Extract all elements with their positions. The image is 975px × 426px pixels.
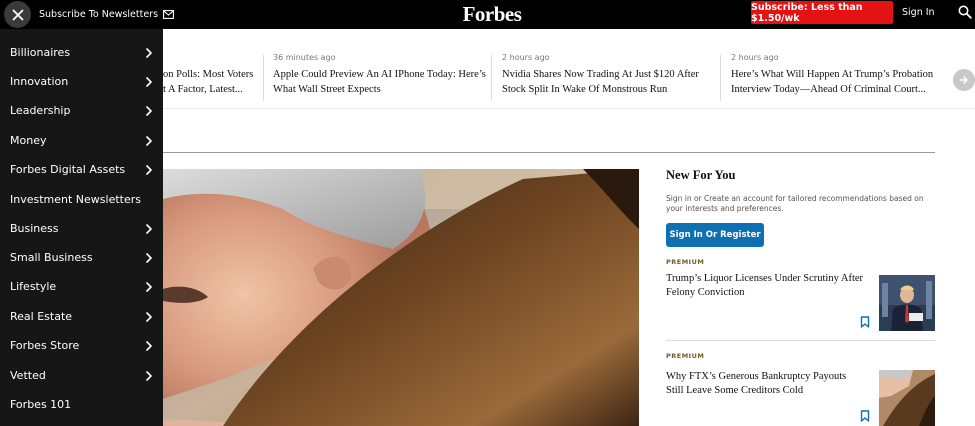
section-divider — [163, 152, 935, 153]
premium-badge: PREMIUM — [666, 352, 705, 360]
ticker-item-title: Stock Split In Wake Of Monstrous Run — [502, 84, 668, 95]
ticker-item-title: Apple Could Preview An AI IPhone Today: … — [273, 69, 486, 80]
sidebar-item-label: Vetted — [10, 369, 46, 382]
ticker-item-time: 2 hours ago — [731, 53, 779, 62]
ticker-divider — [491, 55, 492, 101]
navigation-sidebar: Billionaires Innovation Leadership Money… — [0, 29, 163, 426]
chevron-right-icon — [146, 311, 152, 322]
sidebar-item-label: Billionaires — [10, 46, 71, 59]
chevron-right-icon — [146, 164, 152, 175]
sidebar-item-lifestyle[interactable]: Lifestyle — [0, 272, 163, 301]
sidebar-item-forbes-digital-assets[interactable]: Forbes Digital Assets — [0, 155, 163, 184]
new-for-you-panel: New For You Sign in or Create an account… — [666, 168, 936, 247]
article-title[interactable]: Why FTX’s Generous Bankruptcy Payouts St… — [666, 370, 866, 397]
chevron-right-icon — [146, 223, 152, 234]
sidebar-item-money[interactable]: Money — [0, 126, 163, 155]
ticker-item-time: 2 hours ago — [502, 53, 550, 62]
sidebar-item-forbes-101[interactable]: Forbes 101 — [0, 390, 163, 419]
sidebar-item-leadership[interactable]: Leadership — [0, 96, 163, 125]
sidebar-item-label: Leadership — [10, 104, 71, 117]
search-icon[interactable] — [958, 5, 972, 19]
chevron-right-icon — [146, 105, 152, 116]
sidebar-item-label: Investment Newsletters — [10, 193, 141, 206]
sidebar-item-small-business[interactable]: Small Business — [0, 243, 163, 272]
sidebar-item-label: Innovation — [10, 75, 69, 88]
ticker-item[interactable]: 2 hours ago Here’s What Will Happen At T… — [731, 53, 933, 97]
chevron-right-icon — [146, 370, 152, 381]
article-thumbnail[interactable] — [879, 370, 935, 426]
sidebar-item-real-estate[interactable]: Real Estate — [0, 302, 163, 331]
ticker-item-title: Here’s What Will Happen At Trump’s Proba… — [731, 69, 934, 80]
sidebar-item-label: Small Business — [10, 251, 93, 264]
sign-in-or-register-button[interactable]: Sign In Or Register — [666, 223, 764, 247]
hero-photo — [163, 169, 639, 426]
ticker-divider — [263, 55, 264, 101]
subscribe-newsletters-label: Subscribe To Newsletters — [39, 9, 159, 20]
sidebar-item-billionaires[interactable]: Billionaires — [0, 38, 163, 67]
ticker-item-title: What Wall Street Expects — [273, 84, 381, 95]
ticker-item-title: on Polls: Most Voters — [163, 69, 254, 80]
chevron-right-icon — [146, 281, 152, 292]
article-thumbnail-image — [879, 370, 935, 426]
article-card[interactable]: PREMIUM Trump’s Liquor Licenses Under Sc… — [666, 258, 936, 338]
sidebar-item-label: Lifestyle — [10, 280, 57, 293]
sidebar-item-business[interactable]: Business — [0, 214, 163, 243]
sidebar-item-label: Forbes 101 — [10, 398, 72, 411]
article-divider — [666, 340, 935, 341]
ticker-item-title: Nvidia Shares Now Trading At Just $120 A… — [502, 69, 699, 80]
article-thumbnail-image — [879, 275, 935, 331]
close-menu-button[interactable] — [4, 1, 31, 28]
sidebar-item-vetted[interactable]: Vetted — [0, 361, 163, 390]
sidebar-item-forbes-store[interactable]: Forbes Store — [0, 331, 163, 360]
new-for-you-description: Sign in or Create an account for tailore… — [666, 194, 924, 213]
sidebar-item-label: Forbes Store — [10, 339, 80, 352]
article-thumbnail[interactable] — [879, 275, 935, 331]
subscribe-button[interactable]: Subscribe: Less than $1.50/wk — [751, 1, 893, 24]
hero-image[interactable] — [163, 169, 639, 426]
chevron-right-icon — [146, 135, 152, 146]
chevron-right-icon — [146, 252, 152, 263]
article-title[interactable]: Trump’s Liquor Licenses Under Scrutiny A… — [666, 272, 866, 299]
sidebar-item-label: Real Estate — [10, 310, 73, 323]
ticker-item-title: Interview Today—Ahead Of Criminal Court.… — [731, 84, 926, 95]
chevron-right-icon — [146, 47, 152, 58]
sidebar-item-investment-newsletters[interactable]: Investment Newsletters — [0, 185, 163, 214]
chevron-right-icon — [146, 340, 152, 351]
close-icon — [12, 9, 23, 20]
bookmark-icon[interactable] — [860, 316, 870, 328]
chevron-right-icon — [146, 76, 152, 87]
new-for-you-title: New For You — [666, 168, 736, 182]
ticker-item[interactable]: on Polls: Most Voters t A Factor, Latest… — [163, 67, 253, 97]
arrow-right-icon — [959, 76, 968, 84]
mail-icon — [163, 10, 174, 19]
article-card[interactable]: PREMIUM Why FTX’s Generous Bankruptcy Pa… — [666, 352, 936, 426]
ticker-divider — [720, 55, 721, 101]
ticker-item[interactable]: 36 minutes ago Apple Could Preview An AI… — [273, 53, 486, 97]
ticker-item[interactable]: 2 hours ago Nvidia Shares Now Trading At… — [502, 53, 699, 97]
sidebar-item-innovation[interactable]: Innovation — [0, 67, 163, 96]
sign-in-link[interactable]: Sign In — [902, 0, 935, 25]
premium-badge: PREMIUM — [666, 258, 705, 266]
ticker-item-title: t A Factor, Latest... — [163, 84, 243, 95]
ticker-item-time: 36 minutes ago — [273, 53, 336, 62]
top-navigation-bar: Subscribe To Newsletters Forbes Subscrib… — [0, 0, 975, 29]
sidebar-item-label: Business — [10, 222, 59, 235]
bookmark-icon[interactable] — [860, 410, 870, 422]
subscribe-newsletters-link[interactable]: Subscribe To Newsletters — [39, 0, 174, 29]
sidebar-item-label: Money — [10, 134, 47, 147]
ticker-next-button[interactable] — [953, 69, 975, 91]
sidebar-item-label: Forbes Digital Assets — [10, 163, 126, 176]
forbes-logo[interactable]: Forbes — [455, 0, 529, 29]
